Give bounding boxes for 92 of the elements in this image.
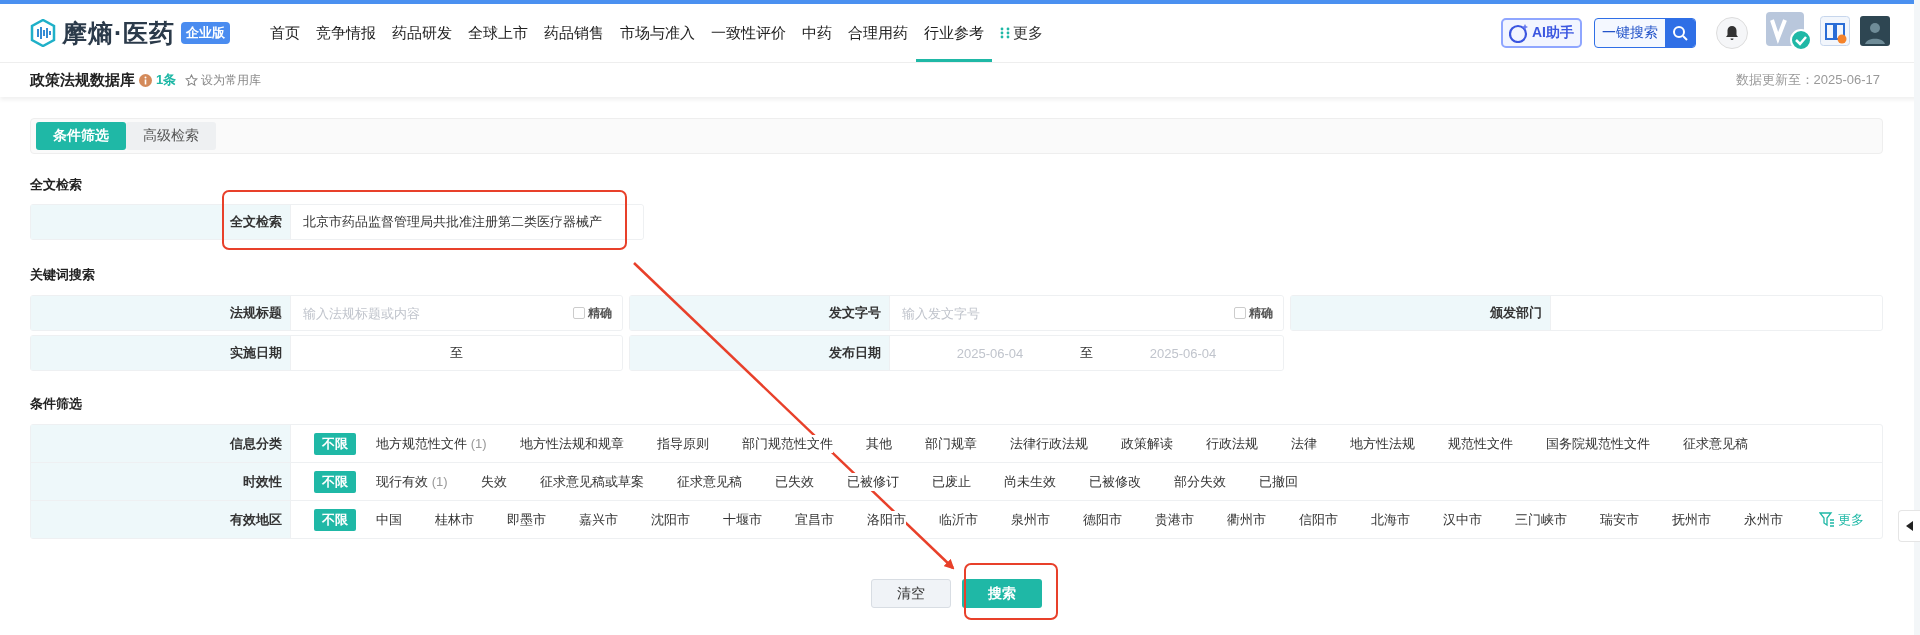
clear-button[interactable]: 清空 <box>871 579 951 608</box>
page-title: 政策法规数据库 <box>30 70 135 90</box>
more-menu[interactable]: 更多 <box>992 4 1051 62</box>
collapse-toggle[interactable] <box>1898 510 1920 542</box>
filter-option[interactable]: 现行有效 (1) <box>376 472 448 491</box>
filter-option[interactable]: 规范性文件 <box>1447 434 1513 453</box>
filter-option[interactable]: 指导原则 <box>656 434 709 453</box>
filter-option[interactable]: 宜昌市 <box>795 510 834 529</box>
nav-item[interactable]: 行业参考 <box>916 4 992 62</box>
record-count: 1条 <box>156 71 177 89</box>
nav-item[interactable]: 市场与准入 <box>612 4 703 62</box>
filter-icon <box>1819 512 1835 527</box>
filter-option[interactable]: 泉州市 <box>1011 510 1050 529</box>
filter-option[interactable]: 已废止 <box>931 472 971 491</box>
filter-option[interactable]: 临沂市 <box>939 510 978 529</box>
favorite-link[interactable]: 设为常用库 <box>185 71 262 89</box>
filter-option[interactable]: 北海市 <box>1371 510 1410 529</box>
filter-option[interactable]: 地方规范性文件 (1) <box>376 434 487 453</box>
filter-option[interactable]: 信阳市 <box>1299 510 1338 529</box>
avatar-icon[interactable] <box>1860 16 1890 46</box>
filter-option[interactable]: 政策解读 <box>1120 434 1173 453</box>
filter-option[interactable]: 汉中市 <box>1443 510 1482 529</box>
filter-option[interactable]: 德阳市 <box>1083 510 1122 529</box>
nav-item[interactable]: 药品研发 <box>384 4 460 62</box>
filter-option[interactable]: 已被修订 <box>846 472 899 491</box>
filter-option[interactable]: 三门峡市 <box>1515 510 1567 529</box>
filter-option[interactable]: 衢州市 <box>1227 510 1266 529</box>
ai-assistant-button[interactable]: AI助手 <box>1501 18 1582 48</box>
field-label: 颁发部门 <box>1490 304 1542 322</box>
section-heading: 全文检索 <box>30 176 83 194</box>
grid-icon <box>1000 27 1010 39</box>
field-label: 实施日期 <box>230 344 282 362</box>
section-heading: 条件筛选 <box>30 395 83 413</box>
ai-icon <box>1509 23 1529 43</box>
filter-option[interactable]: 永州市 <box>1744 510 1783 529</box>
guide-book-icon[interactable] <box>1820 16 1850 46</box>
field-label: 信息分类 <box>230 434 282 453</box>
filter-option[interactable]: 法律行政法规 <box>1009 434 1088 453</box>
edition-badge: 企业版 <box>181 22 231 44</box>
filter-option[interactable]: 十堰市 <box>723 510 762 529</box>
date-input[interactable]: 2025-06-04 <box>1093 344 1273 362</box>
quick-search-button[interactable]: 一键搜索 <box>1594 18 1696 48</box>
filter-option[interactable]: 尚未生效 <box>1003 472 1056 491</box>
nav-item[interactable]: 首页 <box>262 4 308 62</box>
field-label: 发布日期 <box>829 344 881 362</box>
search-icon <box>1672 25 1688 41</box>
nav-item[interactable]: 合理用药 <box>840 4 916 62</box>
filter-option[interactable]: 地方性法规和规章 <box>519 434 624 453</box>
filter-option[interactable]: 中国 <box>376 510 402 529</box>
filter-option[interactable]: 桂林市 <box>435 510 474 529</box>
info-icon[interactable] <box>139 73 152 87</box>
date-input[interactable]: 2025-06-04 <box>900 344 1080 362</box>
update-date: 数据更新至：2025-06-17 <box>1735 71 1880 89</box>
filter-option[interactable]: 已失效 <box>774 472 814 491</box>
filter-option[interactable]: 法律 <box>1290 434 1317 453</box>
field-label: 时效性 <box>243 472 282 491</box>
nav-item[interactable]: 中药 <box>794 4 840 62</box>
range-separator: 至 <box>1080 344 1093 362</box>
vip-badge-icon[interactable] <box>1766 10 1812 52</box>
filter-option[interactable]: 部分失效 <box>1173 472 1226 491</box>
filter-option[interactable]: 失效 <box>480 472 507 491</box>
filter-option[interactable]: 部门规章 <box>924 434 977 453</box>
logo-icon <box>30 19 56 47</box>
filter-option[interactable]: 贵港市 <box>1155 510 1194 529</box>
filter-option[interactable]: 部门规范性文件 <box>741 434 833 453</box>
nav-item[interactable]: 一致性评价 <box>703 4 794 62</box>
star-icon <box>185 73 199 87</box>
nav-item[interactable]: 竞争情报 <box>308 4 384 62</box>
filter-option[interactable]: 抚州市 <box>1672 510 1711 529</box>
filter-option[interactable]: 嘉兴市 <box>579 510 618 529</box>
filter-option[interactable]: 已撤回 <box>1258 472 1298 491</box>
nav-item[interactable]: 药品销售 <box>536 4 612 62</box>
tab[interactable]: 高级检索 <box>126 122 216 150</box>
filter-option[interactable]: 征求意见稿或草案 <box>539 472 644 491</box>
nav-item[interactable]: 全球上市 <box>460 4 536 62</box>
field-label: 有效地区 <box>230 510 282 529</box>
filter-option[interactable]: 即墨市 <box>507 510 546 529</box>
logo-text: 摩熵·医药 <box>62 17 176 49</box>
notification-button[interactable] <box>1716 17 1748 49</box>
filter-option[interactable]: 瑞安市 <box>1600 510 1639 529</box>
filter-option[interactable]: 征求意见稿 <box>1682 434 1748 453</box>
section-heading: 关键词搜索 <box>30 266 96 284</box>
filter-option[interactable]: 沈阳市 <box>651 510 690 529</box>
filter-option[interactable]: 洛阳市 <box>867 510 906 529</box>
filter-option[interactable]: 已被修改 <box>1088 472 1141 491</box>
filter-option[interactable]: 征求意见稿 <box>676 472 742 491</box>
filter-option[interactable]: 行政法规 <box>1205 434 1258 453</box>
filter-option[interactable]: 其他 <box>865 434 892 453</box>
filter-option[interactable]: 国务院规范性文件 <box>1545 434 1650 453</box>
filter-option[interactable]: 地方性法规 <box>1349 434 1415 453</box>
range-separator: 至 <box>450 344 463 362</box>
bell-icon <box>1725 25 1739 41</box>
